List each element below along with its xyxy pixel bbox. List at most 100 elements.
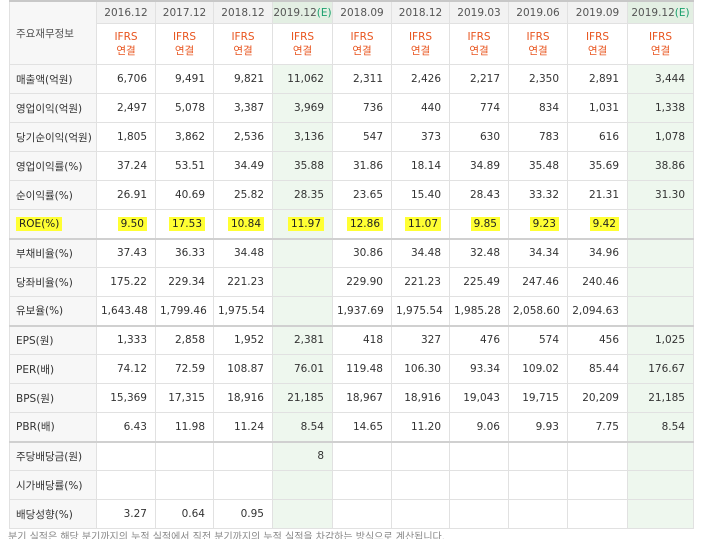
- cell-value: 72.59: [174, 363, 205, 375]
- table-cell: 31.86: [332, 151, 392, 181]
- table-cell: 9.85: [449, 209, 509, 239]
- table-row: ROE(%) 9.50 17.53 10.84 11.97 12.86 11.07 9.85 9…: [9, 209, 694, 239]
- row-label: 매출액(억원): [9, 64, 97, 94]
- basis-consolidated: 연결: [174, 45, 195, 57]
- estimate-marker: (E): [316, 6, 332, 19]
- table-row: 주당배당금(원) 8: [9, 440, 694, 471]
- table-cell: 18,967: [332, 383, 392, 413]
- cell-value: 74.12: [116, 363, 147, 375]
- cell-value: 93.34: [469, 363, 500, 375]
- table-row: 유보율(%) 1,643.48 1,799.46 1,975.54 1,937.69 1,…: [9, 296, 694, 326]
- cell-value: 2,058.60: [513, 304, 560, 317]
- table-cell: 40.69: [155, 180, 214, 210]
- table-cell: 1,025: [627, 324, 694, 355]
- table-cell: 34.48: [391, 237, 450, 268]
- table-cell: 630: [449, 122, 509, 152]
- cell-value: 247.46: [522, 276, 559, 288]
- cell-value: 119.48: [346, 363, 383, 375]
- cell-value: 2,426: [410, 73, 441, 85]
- table-cell: 225.49: [449, 267, 509, 297]
- table-cell: [391, 499, 450, 529]
- cell-value: 229.90: [346, 276, 383, 288]
- cell-value: 2,311: [352, 73, 383, 85]
- table-row: PBR(배) 6.43 11.98 11.24 8.54 14.65 11.20 9.06 9.…: [9, 412, 694, 442]
- cell-value: 21,185: [287, 392, 324, 404]
- table-cell: 774: [449, 93, 509, 123]
- basis-ifrs: IFRS: [526, 31, 550, 43]
- table-cell: [155, 470, 214, 500]
- cell-value: 5,078: [174, 102, 205, 114]
- table-cell: 834: [508, 93, 568, 123]
- table-cell: 18,916: [213, 383, 273, 413]
- table-cell: 35.69: [567, 151, 628, 181]
- table-cell: 11.98: [155, 412, 214, 442]
- table-cell: [332, 440, 392, 471]
- cell-value: 456: [598, 334, 619, 347]
- table-cell: 8.54: [272, 412, 333, 442]
- cell-value: 7.75: [595, 420, 619, 433]
- table-cell: 19,043: [449, 383, 509, 413]
- table-cell: 8: [272, 440, 333, 471]
- basis-ifrs: IFRS: [585, 31, 610, 43]
- cell-value: 9.85: [470, 216, 500, 231]
- cell-value: 18,916: [227, 392, 264, 404]
- cell-value: 18,916: [404, 392, 441, 404]
- cell-value: 327: [420, 334, 441, 347]
- row-label-text: 순이익률(%): [16, 189, 73, 202]
- cell-value: 17.53: [168, 216, 205, 231]
- table-row: BPS(원) 15,369 17,315 18,916 21,185 18,967 18,9…: [9, 383, 694, 413]
- cell-value: 440: [420, 102, 441, 114]
- period-label: 2018.12: [398, 6, 443, 19]
- table-cell: 1,643.48: [96, 296, 156, 326]
- row-label-text: 부채비율(%): [16, 247, 73, 260]
- table-cell: [627, 267, 694, 297]
- table-cell: 14.65: [332, 412, 392, 442]
- row-label: 주당배당금(원): [9, 440, 97, 471]
- cell-value: 2,217: [469, 73, 500, 85]
- table-cell: 1,333: [96, 324, 156, 355]
- table-cell: 327: [391, 324, 450, 355]
- cell-value: 240.46: [582, 276, 619, 288]
- cell-value: 221.23: [227, 276, 264, 288]
- table-cell: 418: [332, 324, 392, 355]
- period-label: 2019.12: [273, 6, 317, 19]
- table-cell: [627, 237, 694, 268]
- table-cell: 1,985.28: [449, 296, 509, 326]
- row-label-text: PER(배): [16, 363, 55, 376]
- basis-consolidated: 연결: [352, 45, 372, 57]
- cell-value: 3,444: [654, 73, 685, 85]
- cell-value: 774: [479, 102, 500, 114]
- table-cell: 373: [391, 122, 450, 152]
- cell-value: 6.43: [123, 420, 147, 433]
- table-cell: [449, 470, 509, 500]
- table-cell: 11,062: [272, 64, 333, 94]
- basis-consolidated: 연결: [410, 45, 431, 57]
- table-cell: 2,891: [567, 64, 628, 94]
- table-cell: 106.30: [391, 354, 450, 384]
- cell-value: 0.64: [181, 508, 205, 520]
- table-cell: 12.86: [332, 209, 392, 239]
- cell-value: 34.34: [528, 247, 559, 260]
- table-cell: [332, 470, 392, 500]
- table-cell: 33.32: [508, 180, 568, 210]
- cell-value: 38.86: [654, 160, 685, 172]
- table-cell: 456: [567, 324, 628, 355]
- row-label: EPS(원): [9, 324, 97, 355]
- cell-value: 175.22: [110, 276, 147, 288]
- cell-value: 1,952: [233, 334, 264, 347]
- cell-value: 34.89: [469, 160, 500, 172]
- table-cell: [567, 440, 628, 471]
- cell-value: 547: [362, 131, 383, 143]
- row-label-text: 매출액(억원): [16, 73, 73, 86]
- table-cell: 440: [391, 93, 450, 123]
- table-row: 당기순이익(억원) 1,805 3,862 2,536 3,136 547 373 630 78…: [9, 122, 694, 152]
- basis-ifrs: IFRS: [172, 31, 197, 43]
- row-label: 당좌비율(%): [9, 267, 97, 297]
- row-label: PBR(배): [9, 412, 97, 442]
- cell-value: 108.87: [227, 363, 264, 375]
- cell-value: 9.50: [117, 216, 147, 231]
- cell-value: 9.06: [476, 420, 500, 433]
- table-cell: 221.23: [391, 267, 450, 297]
- table-cell: 783: [508, 122, 568, 152]
- cell-value: 616: [598, 131, 619, 143]
